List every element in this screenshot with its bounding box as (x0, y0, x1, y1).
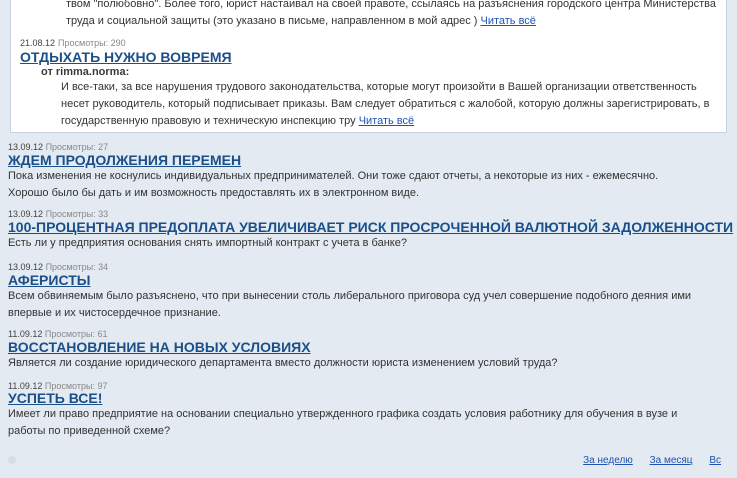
featured-meta: 21.08.12 Просмотры: 290 (20, 38, 126, 48)
item-meta: 11.09.12 Просмотры: 61 (8, 329, 108, 339)
item-body: Есть ли у предприятия основания снять им… (8, 237, 407, 249)
featured-date: 21.08.12 (20, 38, 56, 48)
period-filter-links: За неделю За месяц Вс (569, 455, 721, 466)
item-title-link[interactable]: УСПЕТЬ ВСЕ! (8, 390, 102, 406)
top-post-read-more-link[interactable]: Читать всё (481, 15, 536, 27)
item-meta: 13.09.12 Просмотры: 33 (8, 209, 109, 219)
item-title-link[interactable]: ЖДЕМ ПРОДОЛЖЕНИЯ ПЕРЕМЕН (8, 152, 241, 168)
item-body: Является ли создание юридического департ… (8, 357, 558, 369)
item-meta: 13.09.12 Просмотры: 27 (8, 142, 109, 152)
featured-read-more-link[interactable]: Читать всё (359, 115, 414, 127)
featured-title-link[interactable]: ОТДЫХАТЬ НУЖНО ВОВРЕМЯ (20, 49, 232, 65)
item-title-link[interactable]: АФЕРИСТЫ (8, 272, 90, 288)
corner-decoration (8, 456, 16, 464)
top-post-body: твом "полюбовно". Более того, юрист наст… (66, 0, 716, 27)
filter-week-link[interactable]: За неделю (583, 455, 633, 466)
item-title-link[interactable]: 100-ПРОЦЕНТНАЯ ПРЕДОПЛАТА УВЕЛИЧИВАЕТ РИ… (8, 219, 733, 235)
featured-views-label: Просмотры: (58, 38, 109, 48)
featured-reply-body: И все-таки, за все нарушения трудового з… (61, 81, 710, 127)
featured-discussion-box: твом "полюбовно". Более того, юрист наст… (10, 0, 727, 133)
item-body: Всем обвиняемым было разъяснено, что при… (8, 290, 692, 319)
featured-views: 290 (110, 38, 126, 48)
item-title-link[interactable]: ВОССТАНОВЛЕНИЕ НА НОВЫХ УСЛОВИЯХ (8, 339, 311, 355)
item-body: Пока изменения не коснулись индивидуальн… (8, 170, 659, 199)
filter-month-link[interactable]: За месяц (650, 455, 693, 466)
item-meta: 13.09.12 Просмотры: 34 (8, 262, 109, 272)
filter-all-link[interactable]: Вс (709, 455, 721, 466)
featured-reply-author: от rimma.norma: (41, 66, 130, 78)
item-body: Имеет ли право предприятие на основании … (8, 408, 678, 437)
